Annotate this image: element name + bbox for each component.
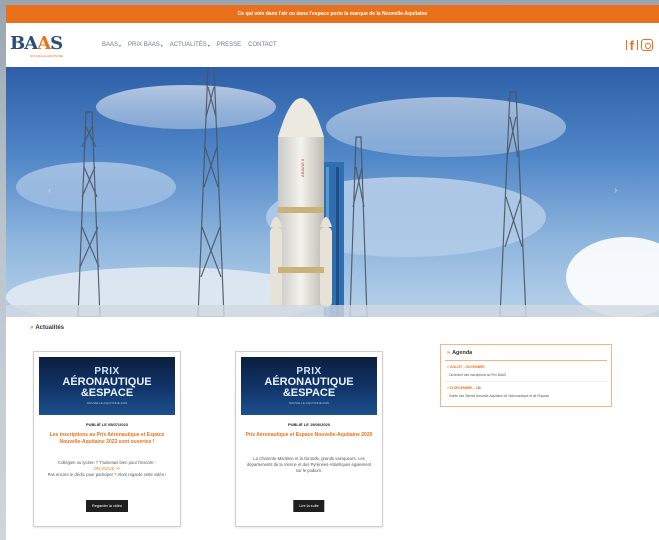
nav-item-prix-baas[interactable]: PRIX BAAS ▾ bbox=[128, 42, 163, 48]
news-card-image[interactable]: PRIX AÉRONAUTIQUE &ESPACE NOUVELLE-AQUIT… bbox=[241, 357, 377, 415]
watch-video-button[interactable]: Regarder la vidéo bbox=[86, 500, 128, 512]
chevron-down-icon: ▾ bbox=[160, 42, 163, 48]
agenda-panel: » Agenda » JUILLET – NOVEMBRE · Ouverture… bbox=[440, 344, 612, 407]
read-more-button[interactable]: Lire la suite bbox=[293, 500, 325, 512]
divider bbox=[625, 40, 627, 50]
hero-image-launch-pad: ARIANE 6 bbox=[6, 67, 659, 317]
news-card-image[interactable]: PRIX AÉRONAUTIQUE &ESPACE NOUVELLE-AQUIT… bbox=[39, 357, 175, 415]
agenda-title: » Agenda bbox=[447, 350, 473, 356]
double-chevron-icon: » bbox=[30, 325, 34, 331]
double-chevron-icon: » bbox=[447, 350, 451, 356]
news-card-1[interactable]: PRIX AÉRONAUTIQUE &ESPACE NOUVELLE-AQUIT… bbox=[33, 351, 181, 527]
top-banner: Ce qui vole dans l'air ou dans l'espace … bbox=[6, 5, 659, 23]
news-card-date: PUBLIÉ LE 05/07/2023 bbox=[85, 422, 129, 427]
chevron-down-icon: ▾ bbox=[207, 42, 210, 48]
slider-prev-button[interactable]: ‹ bbox=[48, 185, 51, 196]
news-card-title[interactable]: Prix Aéronautique et Espace Nouvelle-Aqu… bbox=[244, 432, 374, 439]
news-card-title[interactable]: Les inscriptions au Prix Aéronautique et… bbox=[42, 432, 172, 446]
web-page: Ce qui vole dans l'air ou dans l'espace … bbox=[6, 5, 659, 540]
agenda-item-date: » JUILLET – NOVEMBRE bbox=[447, 365, 485, 369]
main-nav: BAAS ▾ PRIX BAAS ▾ ACTUALITÉS ▾ PRESSE CONT… bbox=[102, 42, 277, 48]
site-header: BAAS NOUVELLE-AQUITAINE BAAS ▾ PRIX BAAS ▾… bbox=[6, 23, 659, 67]
news-card-date: PUBLIÉ LE 19/06/2020 bbox=[287, 422, 331, 427]
nav-item-actualites[interactable]: ACTUALITÉS ▾ bbox=[170, 42, 210, 48]
rocket-label: ARIANE 6 bbox=[300, 158, 305, 177]
top-banner-text: Ce qui vole dans l'air ou dans l'espace … bbox=[237, 11, 428, 17]
social-links: f bbox=[625, 38, 653, 53]
nav-item-baas[interactable]: BAAS ▾ bbox=[102, 42, 121, 48]
logo-subtitle: NOUVELLE-AQUITAINE bbox=[30, 53, 63, 58]
chevron-down-icon: ▾ bbox=[119, 42, 122, 48]
logo-wordmark: BAAS bbox=[10, 32, 63, 54]
facebook-icon[interactable]: f bbox=[630, 38, 634, 53]
divider bbox=[637, 40, 638, 50]
rocket-image: ARIANE 6 bbox=[270, 98, 332, 307]
agenda-item-date: » 13 DÉCEMBRE – 18h bbox=[447, 386, 482, 390]
divider bbox=[445, 360, 607, 361]
agenda-item-text[interactable]: · Ouverture des inscriptions au Prix BAA… bbox=[447, 373, 506, 377]
baas-logo[interactable]: BAAS NOUVELLE-AQUITAINE bbox=[10, 27, 82, 63]
main-content: » Actualités PRIX AÉRONAUTIQUE &ESPACE NO… bbox=[6, 317, 659, 540]
instagram-icon[interactable] bbox=[641, 39, 653, 51]
divider bbox=[445, 381, 607, 382]
news-section-title: » Actualités bbox=[30, 325, 65, 331]
agenda-item-text[interactable]: · Soirée des Talents Nouvelle-Aquitaine … bbox=[447, 394, 549, 398]
news-card-text: Collégien ou lycéen ? T'aimerais bien po… bbox=[42, 460, 172, 478]
nav-item-presse[interactable]: PRESSE bbox=[217, 42, 241, 48]
slider-next-button[interactable]: › bbox=[614, 185, 617, 196]
hero-slider[interactable]: ARIANE 6 ‹ › bbox=[6, 67, 659, 317]
news-card-2[interactable]: PRIX AÉRONAUTIQUE &ESPACE NOUVELLE-AQUIT… bbox=[235, 351, 383, 527]
news-card-text: La Charente-Maritime et la Gironde, gran… bbox=[246, 456, 372, 473]
nav-item-contact[interactable]: CONTACT bbox=[248, 42, 277, 48]
